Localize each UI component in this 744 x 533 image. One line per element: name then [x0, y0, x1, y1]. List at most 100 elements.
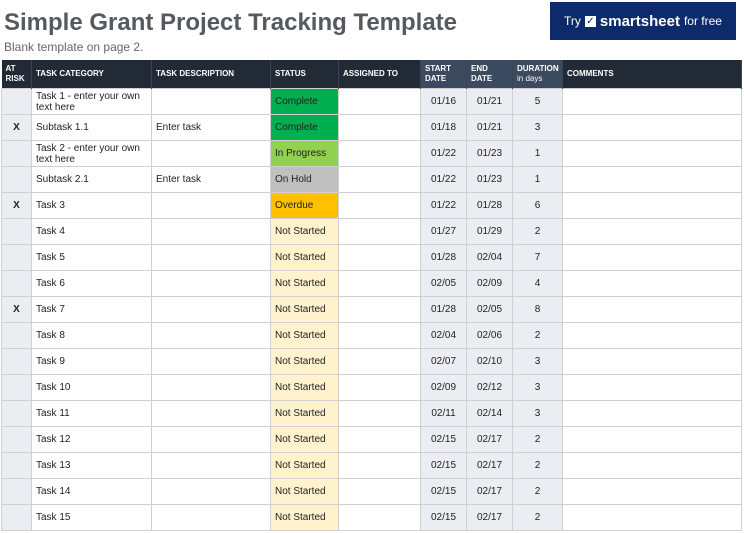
- status-cell[interactable]: Not Started: [270, 426, 339, 453]
- duration-cell[interactable]: 2: [512, 426, 563, 453]
- at-risk-cell[interactable]: X: [1, 296, 32, 323]
- duration-cell[interactable]: 8: [512, 296, 563, 323]
- status-cell[interactable]: Not Started: [270, 400, 339, 427]
- task-description-cell[interactable]: [151, 348, 271, 375]
- duration-cell[interactable]: 3: [512, 400, 563, 427]
- start-date-cell[interactable]: 01/16: [420, 88, 467, 115]
- start-date-cell[interactable]: 01/18: [420, 114, 467, 141]
- end-date-cell[interactable]: 02/05: [466, 296, 513, 323]
- task-description-cell[interactable]: Enter task: [151, 114, 271, 141]
- assigned-to-cell[interactable]: [338, 478, 421, 505]
- task-category-cell[interactable]: Task 5: [31, 244, 152, 271]
- task-description-cell[interactable]: [151, 218, 271, 245]
- duration-cell[interactable]: 1: [512, 140, 563, 167]
- task-description-cell[interactable]: [151, 140, 271, 167]
- end-date-cell[interactable]: 02/09: [466, 270, 513, 297]
- start-date-cell[interactable]: 02/07: [420, 348, 467, 375]
- duration-cell[interactable]: 5: [512, 88, 563, 115]
- status-cell[interactable]: In Progress: [270, 140, 339, 167]
- status-cell[interactable]: Complete: [270, 114, 339, 141]
- task-description-cell[interactable]: [151, 244, 271, 271]
- assigned-to-cell[interactable]: [338, 270, 421, 297]
- at-risk-cell[interactable]: [1, 400, 32, 427]
- task-category-cell[interactable]: Task 3: [31, 192, 152, 219]
- duration-cell[interactable]: 3: [512, 114, 563, 141]
- end-date-cell[interactable]: 02/12: [466, 374, 513, 401]
- assigned-to-cell[interactable]: [338, 244, 421, 271]
- start-date-cell[interactable]: 02/11: [420, 400, 467, 427]
- comments-cell[interactable]: [562, 218, 742, 245]
- comments-cell[interactable]: [562, 270, 742, 297]
- assigned-to-cell[interactable]: [338, 166, 421, 193]
- task-category-cell[interactable]: Task 7: [31, 296, 152, 323]
- duration-cell[interactable]: 2: [512, 504, 563, 531]
- end-date-cell[interactable]: 02/04: [466, 244, 513, 271]
- task-description-cell[interactable]: [151, 88, 271, 115]
- end-date-cell[interactable]: 01/28: [466, 192, 513, 219]
- comments-cell[interactable]: [562, 374, 742, 401]
- status-cell[interactable]: Not Started: [270, 322, 339, 349]
- task-description-cell[interactable]: [151, 270, 271, 297]
- task-description-cell[interactable]: [151, 478, 271, 505]
- task-category-cell[interactable]: Task 14: [31, 478, 152, 505]
- assigned-to-cell[interactable]: [338, 348, 421, 375]
- comments-cell[interactable]: [562, 244, 742, 271]
- task-category-cell[interactable]: Subtask 2.1: [31, 166, 152, 193]
- comments-cell[interactable]: [562, 400, 742, 427]
- task-description-cell[interactable]: [151, 452, 271, 479]
- duration-cell[interactable]: 7: [512, 244, 563, 271]
- task-description-cell[interactable]: [151, 296, 271, 323]
- start-date-cell[interactable]: 02/04: [420, 322, 467, 349]
- status-cell[interactable]: Complete: [270, 88, 339, 115]
- end-date-cell[interactable]: 02/17: [466, 426, 513, 453]
- start-date-cell[interactable]: 02/15: [420, 504, 467, 531]
- assigned-to-cell[interactable]: [338, 296, 421, 323]
- status-cell[interactable]: Not Started: [270, 296, 339, 323]
- assigned-to-cell[interactable]: [338, 426, 421, 453]
- start-date-cell[interactable]: 02/15: [420, 478, 467, 505]
- comments-cell[interactable]: [562, 140, 742, 167]
- at-risk-cell[interactable]: [1, 426, 32, 453]
- task-category-cell[interactable]: Task 4: [31, 218, 152, 245]
- status-cell[interactable]: Not Started: [270, 270, 339, 297]
- assigned-to-cell[interactable]: [338, 192, 421, 219]
- start-date-cell[interactable]: 02/15: [420, 426, 467, 453]
- at-risk-cell[interactable]: [1, 452, 32, 479]
- start-date-cell[interactable]: 01/28: [420, 244, 467, 271]
- assigned-to-cell[interactable]: [338, 88, 421, 115]
- task-category-cell[interactable]: Task 6: [31, 270, 152, 297]
- comments-cell[interactable]: [562, 166, 742, 193]
- assigned-to-cell[interactable]: [338, 504, 421, 531]
- task-category-cell[interactable]: Task 10: [31, 374, 152, 401]
- start-date-cell[interactable]: 01/27: [420, 218, 467, 245]
- task-description-cell[interactable]: [151, 192, 271, 219]
- start-date-cell[interactable]: 01/28: [420, 296, 467, 323]
- task-category-cell[interactable]: Task 1 - enter your own text here: [31, 88, 152, 115]
- task-category-cell[interactable]: Task 9: [31, 348, 152, 375]
- end-date-cell[interactable]: 01/29: [466, 218, 513, 245]
- end-date-cell[interactable]: 02/14: [466, 400, 513, 427]
- start-date-cell[interactable]: 02/05: [420, 270, 467, 297]
- status-cell[interactable]: Overdue: [270, 192, 339, 219]
- comments-cell[interactable]: [562, 504, 742, 531]
- status-cell[interactable]: Not Started: [270, 348, 339, 375]
- duration-cell[interactable]: 4: [512, 270, 563, 297]
- task-category-cell[interactable]: Task 2 - enter your own text here: [31, 140, 152, 167]
- at-risk-cell[interactable]: [1, 88, 32, 115]
- end-date-cell[interactable]: 02/17: [466, 504, 513, 531]
- start-date-cell[interactable]: 02/15: [420, 452, 467, 479]
- status-cell[interactable]: Not Started: [270, 218, 339, 245]
- comments-cell[interactable]: [562, 452, 742, 479]
- comments-cell[interactable]: [562, 426, 742, 453]
- assigned-to-cell[interactable]: [338, 114, 421, 141]
- at-risk-cell[interactable]: [1, 478, 32, 505]
- status-cell[interactable]: Not Started: [270, 244, 339, 271]
- task-category-cell[interactable]: Task 11: [31, 400, 152, 427]
- task-description-cell[interactable]: [151, 400, 271, 427]
- comments-cell[interactable]: [562, 478, 742, 505]
- task-description-cell[interactable]: [151, 374, 271, 401]
- status-cell[interactable]: Not Started: [270, 478, 339, 505]
- at-risk-cell[interactable]: [1, 374, 32, 401]
- task-description-cell[interactable]: [151, 426, 271, 453]
- end-date-cell[interactable]: 02/17: [466, 452, 513, 479]
